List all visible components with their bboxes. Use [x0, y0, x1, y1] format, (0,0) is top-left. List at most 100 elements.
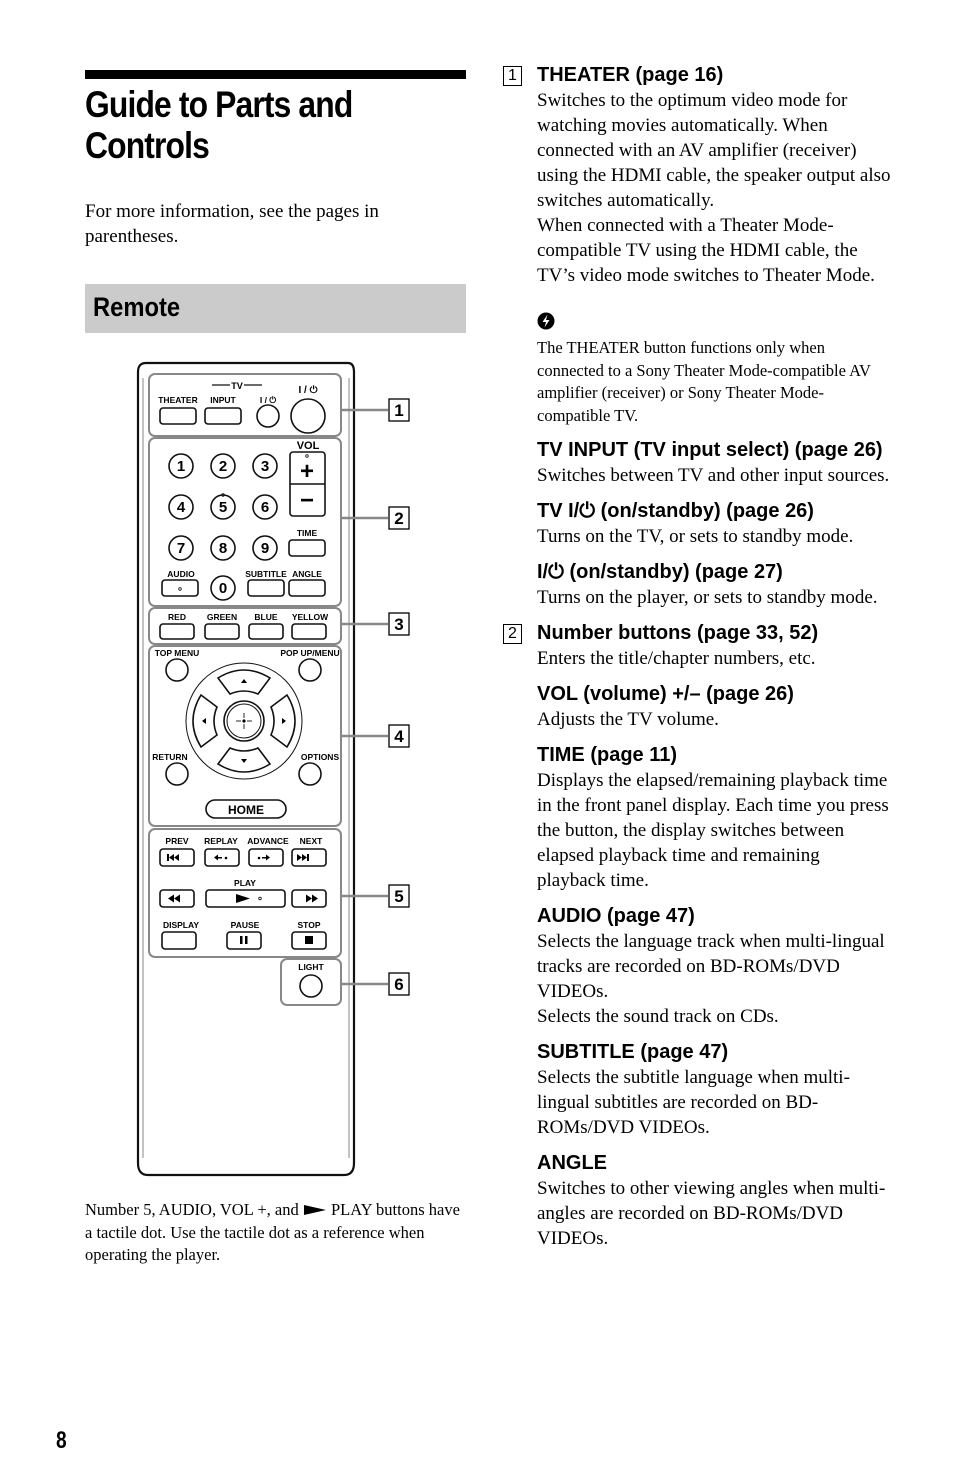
top-menu-button	[165, 658, 189, 682]
theater-button	[159, 407, 197, 425]
entry-heading: VOL (volume) +/– (page 26)	[537, 683, 794, 705]
next-label: NEXT	[300, 836, 323, 846]
entry-subtitle: SUBTITLE (page 47) Selects the subtitle …	[503, 1039, 893, 1140]
entry-heading: TIME (page 11)	[537, 744, 678, 766]
entry-body: Turns on the TV, or sets to standby mode…	[537, 526, 854, 547]
entry-body: When connected with a Theater Mode-compa…	[537, 215, 875, 286]
callout-2: 2	[394, 509, 403, 528]
page-title: Guide to Parts and Controls	[85, 84, 353, 166]
replay-label: REPLAY	[204, 836, 238, 846]
entry-heading: I/⏻ (on/standby) (page 27)	[537, 561, 783, 583]
number-label: 9	[261, 540, 269, 557]
power-icon: I/⏻	[568, 500, 596, 522]
entry-heading: TV INPUT (TV input select) (page 26)	[537, 439, 883, 461]
red-label: RED	[168, 612, 186, 622]
vol-minus-label: −	[300, 487, 314, 514]
entry-body: Switches between TV and other input sour…	[537, 465, 890, 486]
input-label: INPUT	[210, 395, 236, 405]
entry-body: Selects the subtitle language when multi…	[537, 1067, 850, 1138]
callout-3: 3	[394, 615, 403, 634]
entry-power: I/⏻ (on/standby) (page 27) Turns on the …	[503, 559, 893, 610]
pause-button	[226, 931, 262, 950]
section-heading-remote: Remote	[85, 284, 466, 333]
entry-body: Turns on the player, or sets to standby …	[537, 587, 878, 608]
callout-4: 4	[394, 727, 404, 746]
entry-body: Switches to other viewing angles when mu…	[537, 1178, 886, 1249]
panel-4	[148, 645, 342, 827]
audio-label: AUDIO	[167, 569, 195, 579]
number-label: 4	[177, 499, 186, 516]
power-button	[290, 398, 326, 434]
tv-input-button	[204, 407, 242, 425]
entry-body: Adjusts the TV volume.	[537, 709, 719, 730]
blue-button	[248, 623, 284, 640]
yellow-label: YELLOW	[292, 612, 329, 622]
top-menu-label: TOP MENU	[155, 648, 200, 658]
entry-heading: SUBTITLE (page 47)	[537, 1041, 729, 1063]
callout-5: 5	[394, 887, 403, 906]
time-button	[288, 539, 326, 557]
number-label: 6	[261, 499, 269, 516]
note-theater: The THEATER button functions only when c…	[503, 312, 893, 427]
entry-audio: AUDIO (page 47) Selects the language tra…	[503, 903, 893, 1029]
number-label: 0	[219, 580, 227, 597]
blue-label: BLUE	[254, 612, 277, 622]
number-label: 1	[177, 458, 185, 475]
vol-plus-label: +	[300, 458, 314, 485]
power-icon: I/⏻	[537, 561, 564, 583]
subtitle-label: SUBTITLE	[245, 569, 287, 579]
options-button	[298, 762, 322, 786]
subtitle-button	[247, 579, 285, 597]
popup-menu-label: POP UP/MENU	[280, 648, 339, 658]
entry-body: Enters the title/chapter numbers, etc.	[537, 648, 816, 669]
entry-heading: AUDIO (page 47)	[537, 905, 695, 927]
entry-heading: TV I/⏻ (on/standby) (page 26)	[537, 500, 814, 522]
remote-diagram: TV THEATER INPUT I / ⏻ I / ⏻ VOL + − 1 2…	[136, 361, 410, 1177]
entry-vol: VOL (volume) +/– (page 26) Adjusts the T…	[503, 681, 893, 732]
play-label: PLAY	[234, 878, 256, 888]
entry-body: Selects the language track when multi-li…	[537, 931, 885, 1002]
entry-theater: 1 THEATER (page 16) Switches to the opti…	[503, 62, 893, 288]
panel-1	[148, 373, 342, 437]
green-button	[204, 623, 240, 640]
entry-heading: Number buttons (page 33, 52)	[537, 622, 819, 644]
callout-number-box: 2	[503, 624, 522, 644]
note-text: The THEATER button functions only when c…	[537, 338, 871, 425]
entry-body: Switches to the optimum video mode for w…	[537, 90, 891, 211]
home-label: HOME	[228, 803, 264, 817]
prev-label: PREV	[165, 836, 188, 846]
tv-power-button	[256, 404, 280, 428]
page-number: 8	[56, 1427, 67, 1454]
callout-6: 6	[394, 975, 403, 994]
light-label: LIGHT	[298, 962, 324, 972]
title-rule	[85, 70, 466, 79]
stop-label: STOP	[298, 920, 321, 930]
callout-1: 1	[394, 401, 403, 420]
entry-tv-input: TV INPUT (TV input select) (page 26) Swi…	[503, 437, 893, 488]
power-label: I / ⏻	[298, 384, 317, 396]
entry-time: TIME (page 11) Displays the elapsed/rema…	[503, 742, 893, 893]
display-button	[161, 931, 197, 950]
number-label: 3	[261, 458, 269, 475]
angle-button	[288, 579, 326, 597]
display-label: DISPLAY	[163, 920, 199, 930]
time-label: TIME	[297, 528, 318, 538]
green-label: GREEN	[207, 612, 237, 622]
return-button	[165, 762, 189, 786]
yellow-button	[291, 623, 327, 640]
popup-menu-button	[298, 658, 322, 682]
pause-label: PAUSE	[231, 920, 260, 930]
number-label: 2	[219, 458, 227, 475]
callout-number-box: 1	[503, 66, 522, 86]
tactile-dot-caption: Number 5, AUDIO, VOL +, and PLAY buttons…	[85, 1200, 460, 1264]
light-button	[299, 974, 323, 998]
hint-icon	[537, 312, 555, 330]
return-label: RETURN	[152, 752, 187, 762]
entry-heading: ANGLE	[537, 1152, 607, 1174]
vol-label: VOL	[297, 440, 320, 452]
entry-tv-power: TV I/⏻ (on/standby) (page 26) Turns on t…	[503, 498, 893, 549]
entry-angle: ANGLE Switches to other viewing angles w…	[503, 1150, 893, 1251]
entry-number-buttons: 2 Number buttons (page 33, 52) Enters th…	[503, 620, 893, 671]
number-label: 7	[177, 540, 185, 557]
red-button	[159, 623, 195, 640]
